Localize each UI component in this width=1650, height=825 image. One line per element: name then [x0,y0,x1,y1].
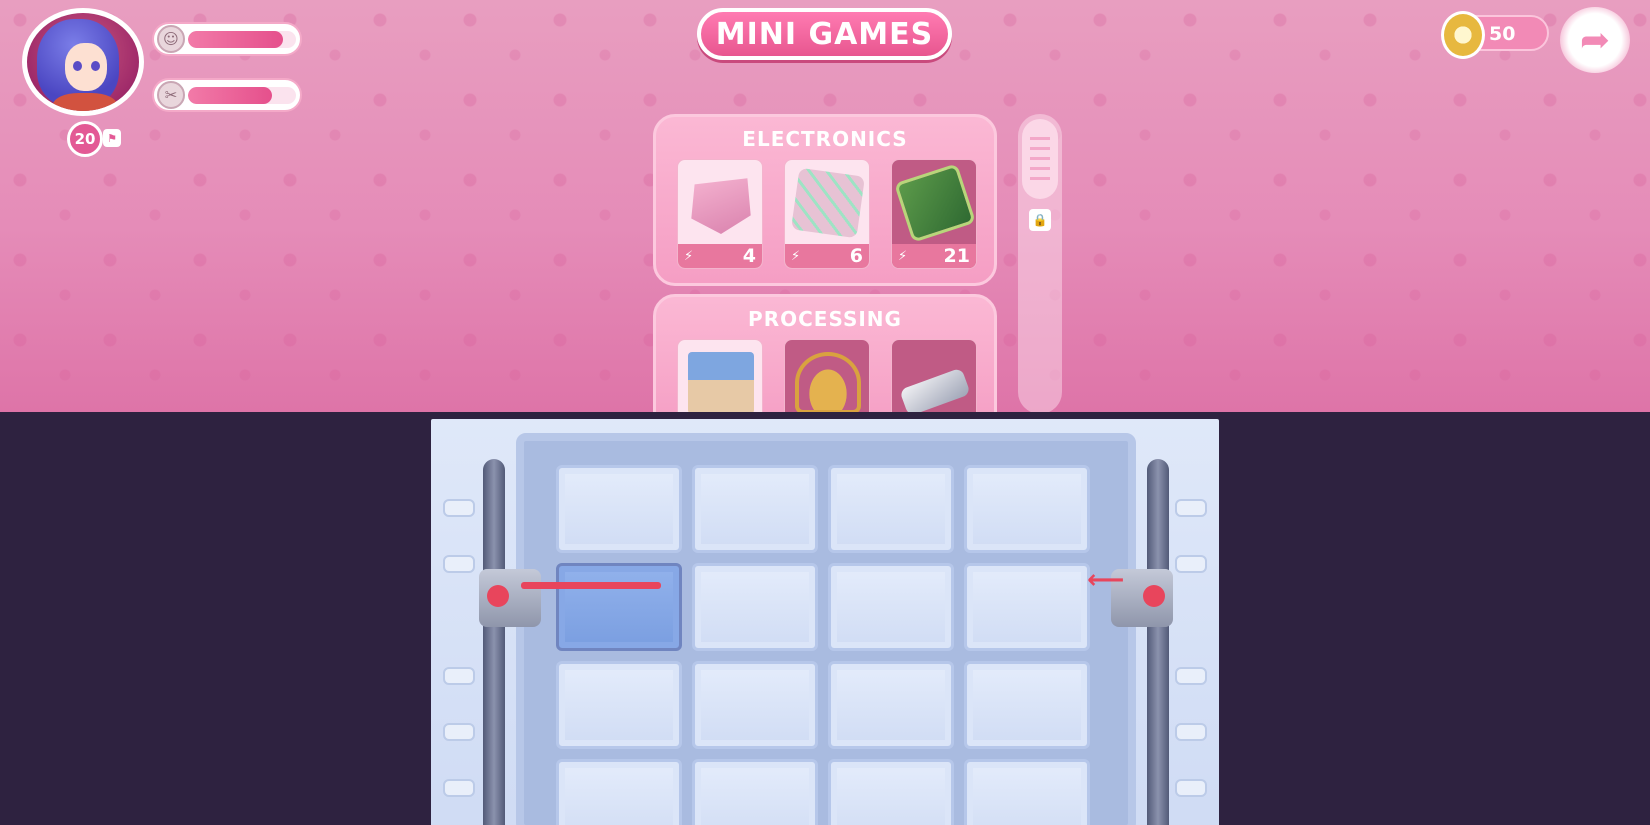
puzzle-cell[interactable] [964,563,1090,651]
puzzle-grid [556,465,1090,825]
hunger-bar [188,87,296,104]
right-rail [1147,459,1169,825]
hunger-fill [188,87,273,104]
puzzle-cell[interactable] [692,759,818,825]
share-button[interactable]: ➦ [1560,7,1630,73]
happiness-fill [188,31,284,48]
game-cost: 4 [742,245,756,267]
page-title: MINI GAMES [697,8,952,60]
energy-icon: ⚡ [898,248,908,264]
game-tile[interactable]: ⚡ 21 [891,159,977,269]
game-tile[interactable]: ⚡ 4 [677,159,763,269]
happiness-meter: ☺ [152,22,302,56]
game-tile[interactable]: ⚡ 6 [784,159,870,269]
game-tile[interactable] [891,339,977,412]
arrow-left-icon: ⟵ [1087,565,1125,595]
console-upgrade-icon [691,178,751,234]
grip-lines-icon [1030,137,1050,183]
share-arrow-icon: ➦ [1579,19,1611,61]
game-cost: 21 [943,245,970,267]
category-title: ELECTRONICS [742,127,908,151]
category-scrollbar[interactable] [1018,114,1062,412]
puzzle-cell[interactable] [828,465,954,553]
puzzle-cell[interactable] [964,661,1090,749]
category-processing: PROCESSING [653,294,997,412]
puzzle-cell[interactable] [828,661,954,749]
coin-icon [1441,11,1485,59]
puzzle-cell[interactable] [828,759,954,825]
smile-face-icon: ☺ [157,25,185,53]
energy-icon: ⚡ [684,248,694,264]
puzzle-cell[interactable] [556,759,682,825]
left-rail [483,459,505,825]
happiness-bar [188,31,296,48]
circuit-maze-icon [791,167,865,239]
avatar-portrait [27,13,139,111]
laser-beam [521,582,661,589]
coin-count: 50 [1489,23,1516,45]
level-badge: 20 [67,121,103,157]
hunger-meter: ✂ [152,78,302,112]
conveyor-icon [899,367,971,412]
basket-icon [795,352,861,412]
game-tile[interactable] [784,339,870,412]
coin-counter: 50 [1441,11,1549,59]
puzzle-cell[interactable] [964,759,1090,825]
mini-games-screen: 20 ⚑ ☺ ✂ MINI GAMES 50 ➦ ELECTRONICS ⚡ 4 [0,0,1650,412]
scroll-thumb[interactable] [1022,119,1058,199]
game-tile[interactable] [677,339,763,412]
flag-icon: ⚑ [103,129,121,147]
category-electronics: ELECTRONICS ⚡ 4 ⚡ 6 ⚡ 21 [653,114,997,286]
puzzle-cell[interactable] [964,465,1090,553]
puzzle-cell[interactable] [692,661,818,749]
player-avatar[interactable] [22,8,144,116]
packages-icon [688,352,754,412]
laser-emitter-left [479,569,541,627]
utensils-icon: ✂ [157,81,185,109]
category-title: PROCESSING [748,307,902,331]
energy-icon: ⚡ [791,248,801,264]
puzzle-machine: ⟵ [431,419,1219,825]
puzzle-cell[interactable] [556,465,682,553]
game-cost: 6 [849,245,863,267]
lock-icon: 🔒 [1029,209,1051,231]
puzzle-cell-active[interactable] [556,563,682,651]
puzzle-cell[interactable] [556,661,682,749]
puzzle-cell[interactable] [692,465,818,553]
circuit-board-icon [894,163,976,243]
puzzle-cell[interactable] [828,563,954,651]
puzzle-cell[interactable] [692,563,818,651]
laser-puzzle-view: ⟵ [0,412,1650,825]
